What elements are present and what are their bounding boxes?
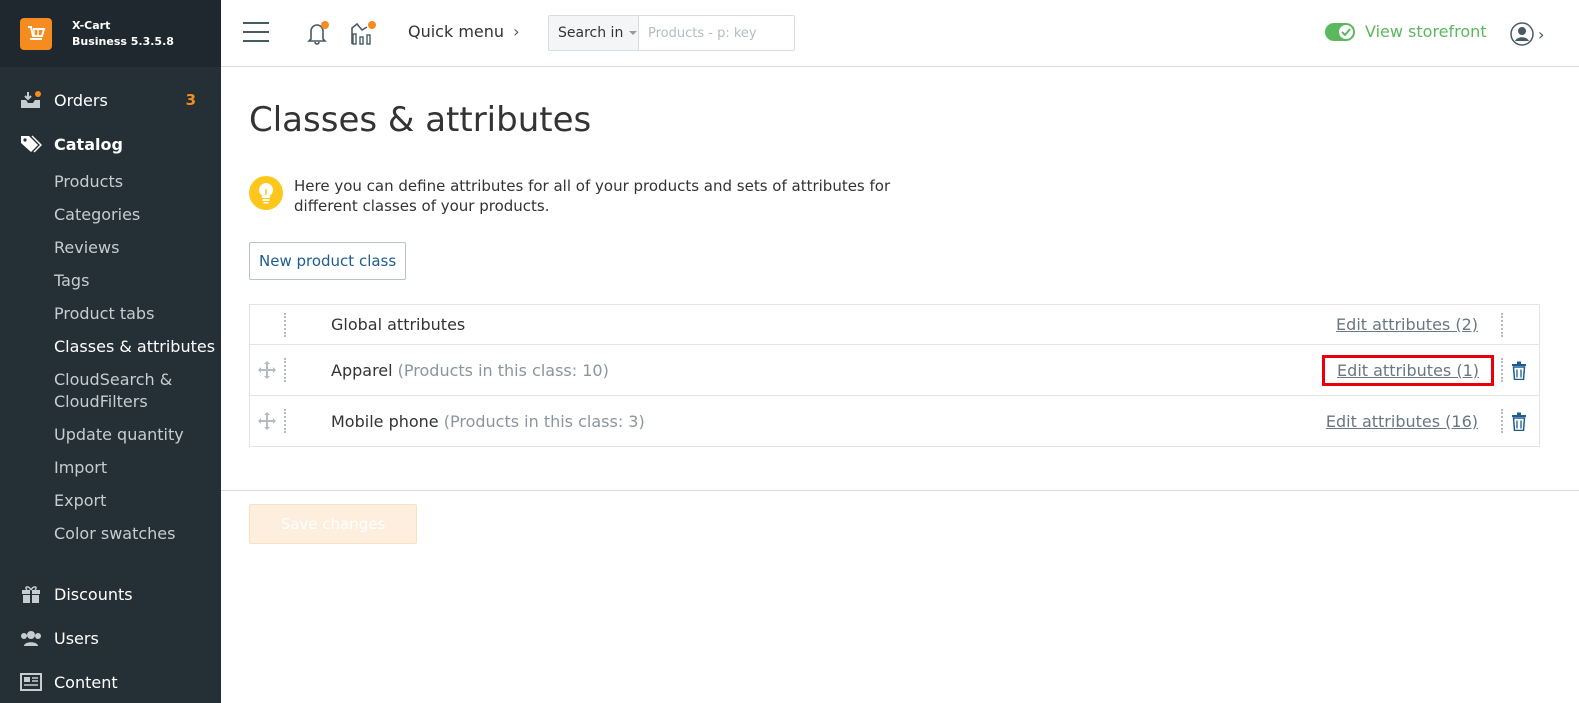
class-products-count: (Products in this class: 3) xyxy=(443,411,645,431)
sidebar-item-label: Catalog xyxy=(54,134,123,154)
product-classes-table: Global attributes Edit attributes (2) Ap… xyxy=(249,304,1540,447)
sidebar-item-export[interactable]: Export xyxy=(0,485,221,518)
row-menu-dots-icon[interactable] xyxy=(284,358,286,382)
sales-chart-icon[interactable] xyxy=(349,20,377,50)
info-text: Here you can define attributes for all o… xyxy=(294,177,891,215)
sidebar-item-label: Discounts xyxy=(54,584,133,604)
class-name: Apparel xyxy=(331,360,393,380)
search-input[interactable] xyxy=(639,16,789,50)
sidebar-item-users[interactable]: Users xyxy=(0,616,221,660)
sidebar-item-import[interactable]: Import xyxy=(0,452,221,485)
brand-name: X-Cart xyxy=(72,18,111,32)
brand[interactable]: X-Cart Business 5.3.5.8 xyxy=(0,0,221,67)
sidebar-item-label: Orders xyxy=(54,90,108,110)
sidebar-item-label: Content xyxy=(54,672,118,692)
sidebar-item-reviews[interactable]: Reviews xyxy=(0,232,221,265)
edit-attributes-link[interactable]: Edit attributes (16) xyxy=(1326,412,1478,431)
tags-icon xyxy=(20,134,42,154)
sidebar-item-content[interactable]: Content xyxy=(0,660,221,703)
sidebar: X-Cart Business 5.3.5.8 Orders 3 Catalog… xyxy=(0,0,221,703)
user-avatar-icon xyxy=(1510,22,1534,46)
sidebar-item-products[interactable]: Products xyxy=(0,166,221,199)
table-row: Apparel (Products in this class: 10) Edi… xyxy=(250,344,1539,395)
class-name: Mobile phone xyxy=(331,411,439,431)
trash-icon[interactable] xyxy=(1510,360,1528,380)
top-header: Quick menu › Search in View storefront › xyxy=(221,0,1579,67)
content-icon xyxy=(20,672,42,692)
info-notice: Here you can define attributes for all o… xyxy=(249,176,894,216)
row-actions-dots-icon[interactable] xyxy=(1501,358,1503,382)
edit-attributes-link[interactable]: Edit attributes (1) xyxy=(1322,354,1494,386)
row-menu-dots-icon[interactable] xyxy=(284,409,286,433)
view-storefront-toggle[interactable]: View storefront xyxy=(1325,22,1487,41)
users-icon xyxy=(20,628,42,648)
row-actions-dots-icon[interactable] xyxy=(1501,409,1503,433)
view-storefront-link[interactable]: View storefront xyxy=(1365,22,1487,41)
search-box: Search in xyxy=(548,15,795,51)
divider xyxy=(221,490,1579,491)
sidebar-item-color-swatches[interactable]: Color swatches xyxy=(0,518,221,551)
drag-move-icon[interactable] xyxy=(257,360,277,380)
search-in-dropdown[interactable]: Search in xyxy=(549,16,639,50)
save-changes-button[interactable]: Save changes xyxy=(249,504,417,544)
sidebar-item-discounts[interactable]: Discounts xyxy=(0,572,221,616)
class-name: Global attributes xyxy=(331,315,466,334)
gift-icon xyxy=(20,584,42,604)
sidebar-item-cloudsearch[interactable]: CloudSearch & CloudFilters xyxy=(0,364,200,419)
brand-version: Business 5.3.5.8 xyxy=(72,34,174,48)
quick-menu-label: Quick menu xyxy=(408,22,505,41)
user-menu[interactable]: › xyxy=(1510,22,1544,46)
sidebar-item-tags[interactable]: Tags xyxy=(0,265,221,298)
class-products-count: (Products in this class: 10) xyxy=(397,360,609,380)
edit-attributes-link[interactable]: Edit attributes (2) xyxy=(1336,315,1478,334)
chevron-right-icon: › xyxy=(1538,24,1545,44)
quick-menu[interactable]: Quick menu › xyxy=(408,22,520,41)
row-menu-dots-icon[interactable] xyxy=(284,312,286,337)
page-title: Classes & attributes xyxy=(249,100,592,140)
hamburger-menu-icon[interactable] xyxy=(243,22,269,42)
sidebar-item-label: Users xyxy=(54,628,99,648)
orders-icon xyxy=(20,90,42,110)
sidebar-item-update-quantity[interactable]: Update quantity xyxy=(0,419,221,452)
sidebar-item-product-tabs[interactable]: Product tabs xyxy=(0,298,221,331)
orders-count-badge: 3 xyxy=(185,91,196,109)
new-product-class-button[interactable]: New product class xyxy=(249,242,407,280)
trash-icon[interactable] xyxy=(1510,411,1528,431)
search-in-label: Search in xyxy=(558,25,624,41)
row-actions-dots-icon[interactable] xyxy=(1501,312,1503,337)
drag-move-icon[interactable] xyxy=(257,411,277,431)
sidebar-item-categories[interactable]: Categories xyxy=(0,199,221,232)
table-row: Global attributes Edit attributes (2) xyxy=(250,305,1539,344)
notifications-bell-icon[interactable] xyxy=(305,20,331,50)
sidebar-item-catalog[interactable]: Catalog xyxy=(0,122,221,166)
chevron-right-icon: › xyxy=(513,22,520,41)
xcart-logo-icon xyxy=(20,17,52,50)
sidebar-item-orders[interactable]: Orders 3 xyxy=(0,78,221,122)
storefront-toggle-switch[interactable] xyxy=(1325,22,1355,41)
check-icon xyxy=(1339,24,1353,39)
table-row: Mobile phone (Products in this class: 3)… xyxy=(250,395,1539,446)
sidebar-item-classes-attributes[interactable]: Classes & attributes xyxy=(0,331,221,364)
lightbulb-icon xyxy=(249,176,283,210)
caret-down-icon xyxy=(629,31,638,35)
